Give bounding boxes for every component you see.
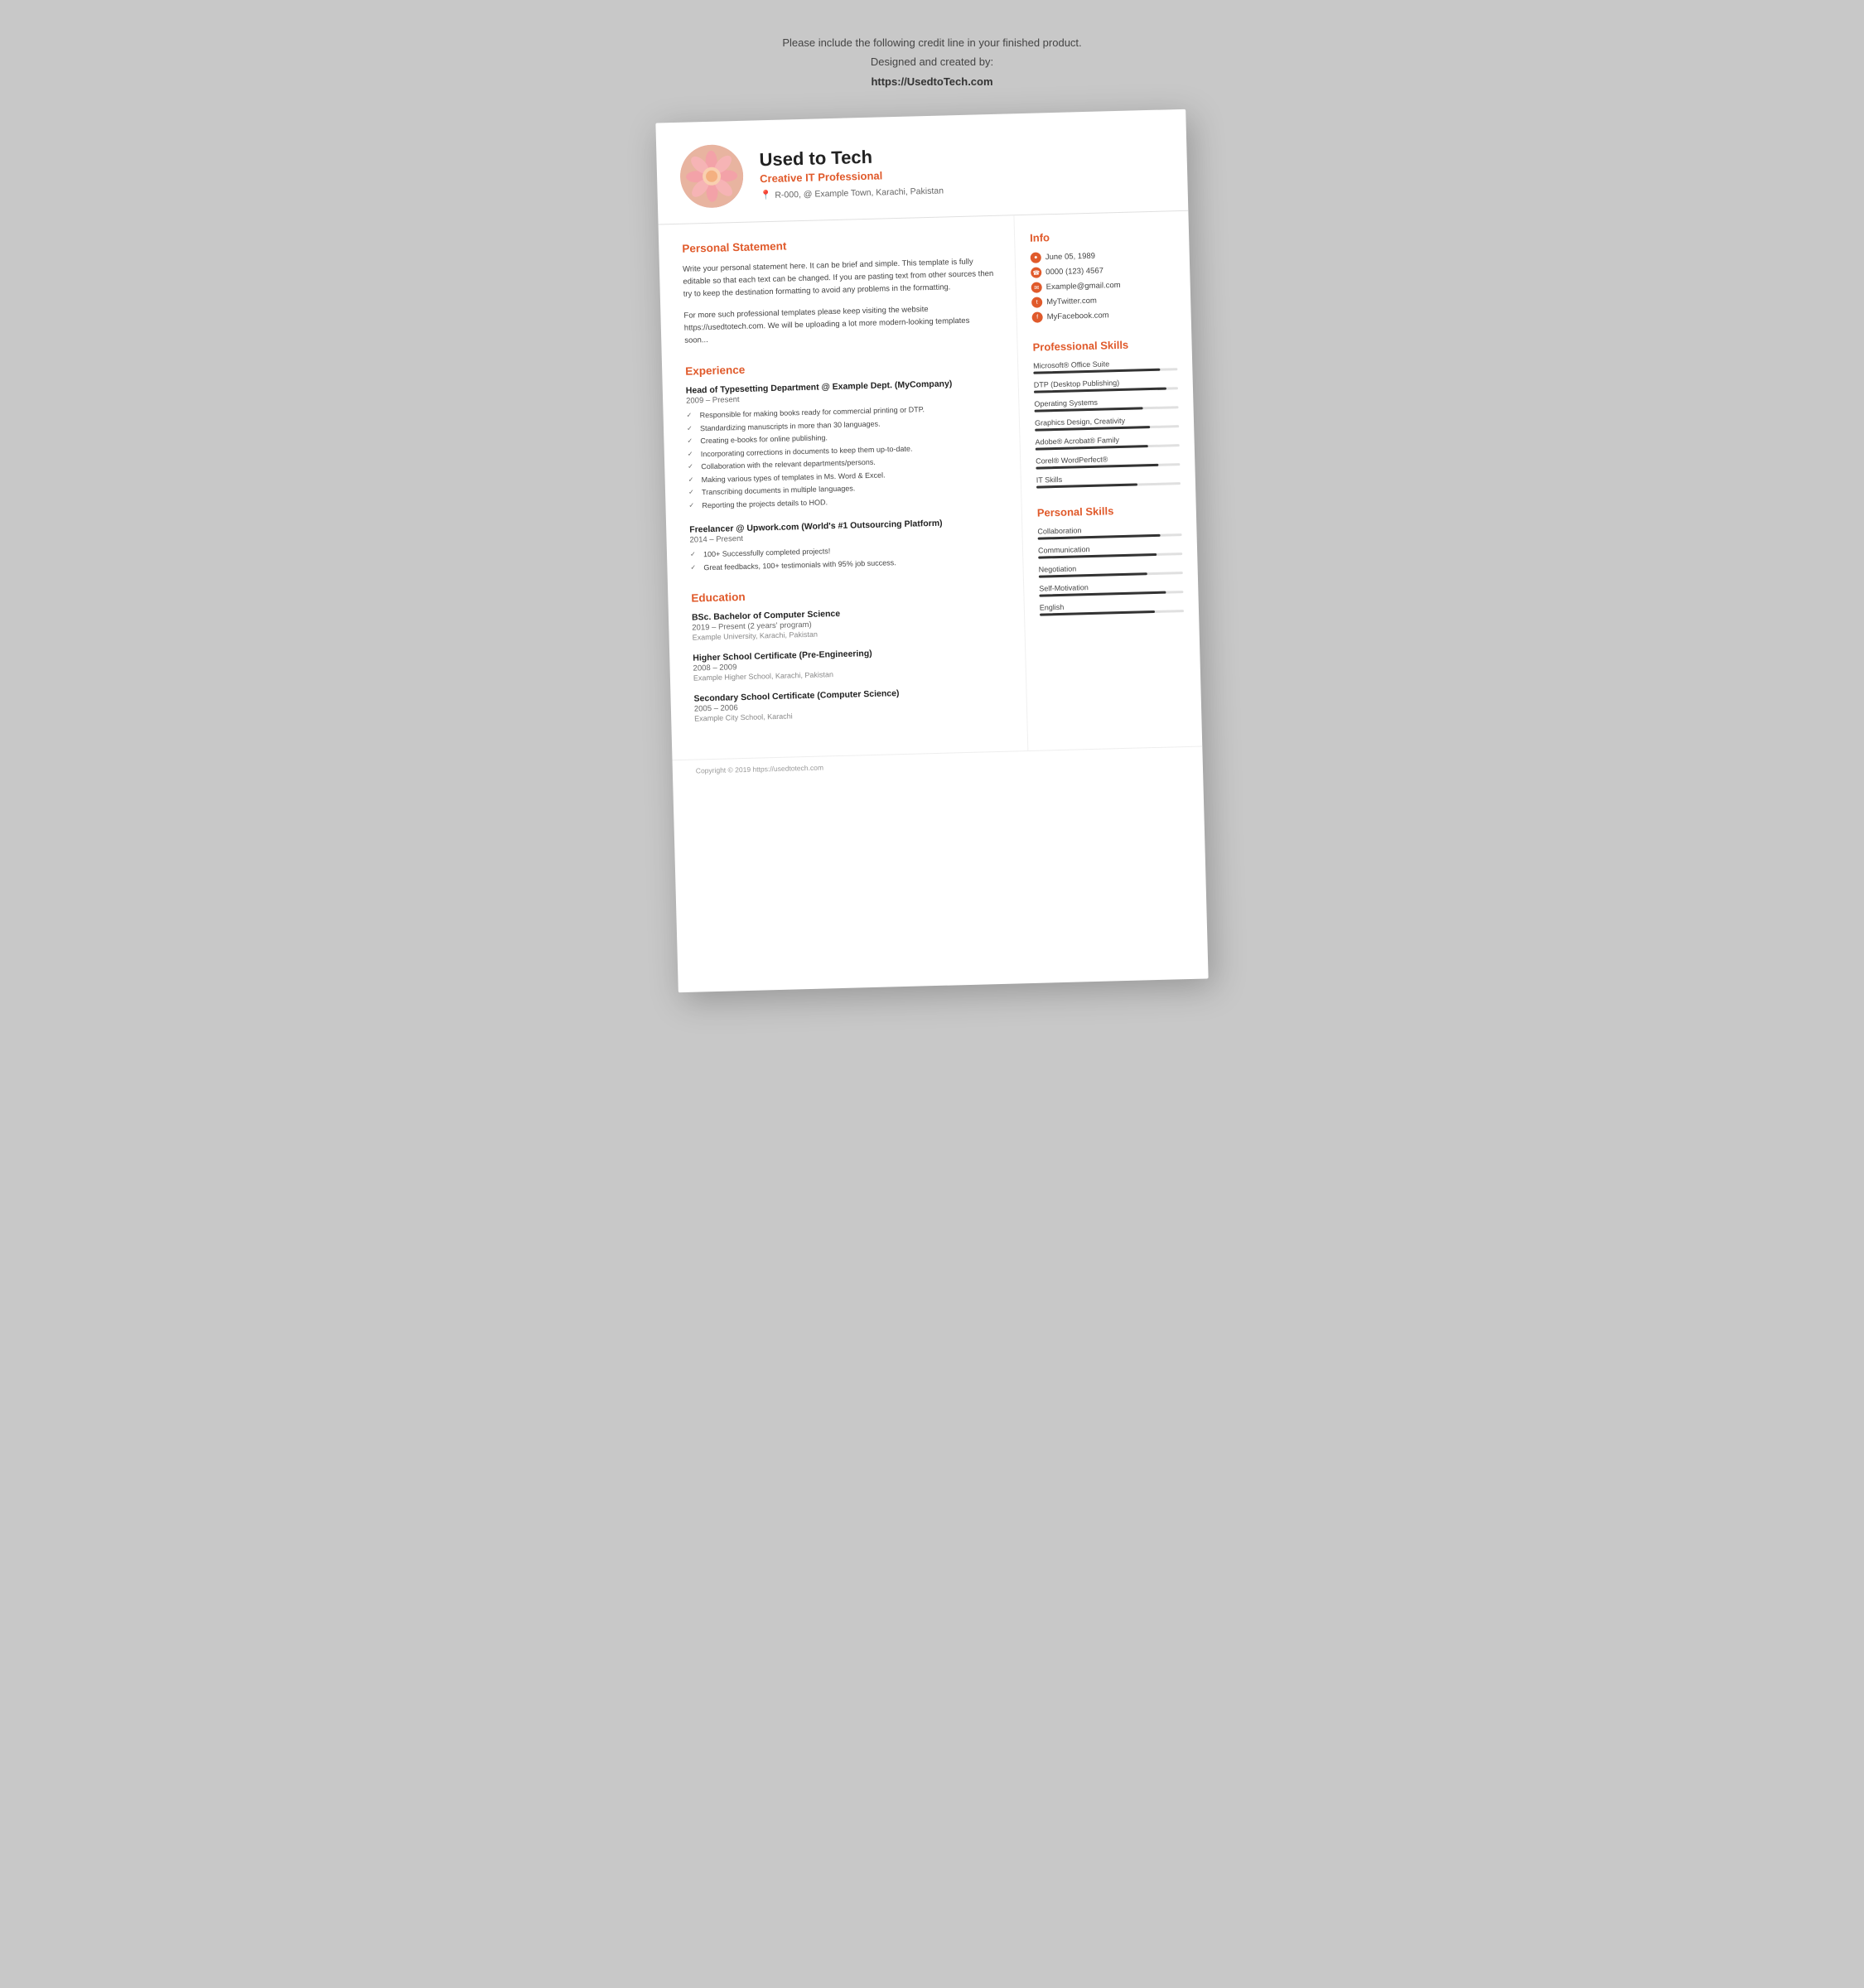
- avatar-image: [679, 144, 744, 209]
- info-twitter-text: MyTwitter.com: [1046, 297, 1097, 307]
- skill-bar-fill: [1035, 426, 1150, 432]
- skill-graphics: Graphics Design, Creativity: [1035, 415, 1179, 432]
- personal-skills-title: Personal Skills: [1037, 503, 1181, 519]
- skill-ms-office: Microsoft® Office Suite: [1033, 358, 1177, 374]
- skill-corel: Corel® WordPerfect®: [1036, 453, 1180, 470]
- skill-bar-fill: [1039, 572, 1147, 577]
- edu-item-3: Secondary School Certificate (Computer S…: [693, 686, 1005, 723]
- credit-line2: Designed and created by:: [782, 52, 1081, 71]
- skill-adobe: Adobe® Acrobat® Family: [1035, 434, 1179, 451]
- skill-self-motivation: Self-Motivation: [1039, 581, 1183, 597]
- resume-body: Personal Statement Write your personal s…: [659, 211, 1203, 760]
- location-icon: 📍: [761, 190, 772, 200]
- experience-title: Experience: [685, 357, 996, 378]
- exp-bullets-1: Responsible for making books ready for c…: [686, 403, 999, 512]
- skill-bar-fill: [1036, 445, 1148, 451]
- skill-os: Operating Systems: [1034, 396, 1178, 413]
- main-column: Personal Statement Write your personal s…: [659, 215, 1029, 760]
- skill-communication: Communication: [1038, 543, 1182, 559]
- edu-item-2: Higher School Certificate (Pre-Engineeri…: [693, 645, 1004, 683]
- info-title: Info: [1030, 228, 1174, 244]
- side-column: Info ● June 05, 1989 ☎ 0000 (123) 4567 ✉…: [1014, 211, 1202, 750]
- skill-bar-fill: [1036, 484, 1137, 489]
- personal-statement-section: Personal Statement Write your personal s…: [682, 234, 995, 347]
- personal-statement-text1: Write your personal statement here. It c…: [683, 255, 994, 301]
- skill-collaboration: Collaboration: [1037, 524, 1181, 540]
- avatar: [679, 144, 744, 209]
- resume-card: Used to Tech Creative IT Professional 📍 …: [655, 109, 1208, 992]
- info-birthday-text: June 05, 1989: [1045, 252, 1096, 263]
- info-phone-text: 0000 (123) 4567: [1045, 267, 1103, 277]
- credit-block: Please include the following credit line…: [782, 33, 1081, 91]
- personal-statement-text2: For more such professional templates ple…: [683, 302, 995, 347]
- professional-skills-title: Professional Skills: [1032, 337, 1176, 354]
- info-email-text: Example@gmail.com: [1046, 281, 1121, 292]
- education-section: Education BSc. Bachelor of Computer Scie…: [691, 584, 1005, 723]
- info-phone: ☎ 0000 (123) 4567: [1031, 263, 1175, 278]
- skill-english: English: [1040, 600, 1184, 616]
- info-twitter: t MyTwitter.com: [1031, 293, 1176, 308]
- skill-negotiation: Negotiation: [1039, 562, 1183, 578]
- exp-item-1: Head of Typesetting Department @ Example…: [686, 378, 1000, 512]
- credit-link[interactable]: https://UsedtoTech.com: [871, 75, 992, 88]
- skill-bar-fill: [1035, 407, 1143, 412]
- skill-dtp: DTP (Desktop Publishing): [1034, 377, 1178, 393]
- personal-skills-section: Personal Skills Collaboration Communicat…: [1037, 503, 1184, 616]
- info-facebook-text: MyFacebook.com: [1047, 311, 1109, 321]
- footer-text: Copyright © 2019 https://usedtotech.com: [696, 764, 823, 775]
- resume-header: Used to Tech Creative IT Professional 📍 …: [655, 109, 1188, 225]
- twitter-icon: t: [1031, 297, 1042, 308]
- info-section: Info ● June 05, 1989 ☎ 0000 (123) 4567 ✉…: [1030, 228, 1176, 323]
- info-email: ✉ Example@gmail.com: [1031, 278, 1176, 293]
- skill-bar-fill: [1040, 610, 1155, 616]
- info-birthday: ● June 05, 1989: [1031, 248, 1175, 263]
- credit-line1: Please include the following credit line…: [782, 33, 1081, 52]
- education-title: Education: [691, 584, 1002, 605]
- personal-statement-title: Personal Statement: [682, 234, 992, 255]
- info-facebook: f MyFacebook.com: [1031, 308, 1176, 323]
- experience-section: Experience Head of Typesetting Departmen…: [685, 357, 1001, 574]
- email-icon: ✉: [1031, 282, 1042, 293]
- birthday-icon: ●: [1031, 253, 1041, 263]
- edu-item-1: BSc. Bachelor of Computer Science 2019 –…: [692, 605, 1003, 642]
- facebook-icon: f: [1031, 312, 1042, 323]
- exp-bullets-2: 100+ Successfully completed projects! Gr…: [690, 542, 1002, 574]
- exp-item-2: Freelancer @ Upwork.com (World's #1 Outs…: [689, 517, 1001, 574]
- skill-it: IT Skills: [1036, 472, 1181, 489]
- phone-icon: ☎: [1031, 268, 1041, 278]
- header-info: Used to Tech Creative IT Professional 📍 …: [759, 139, 1161, 201]
- professional-skills-section: Professional Skills Microsoft® Office Su…: [1032, 337, 1181, 488]
